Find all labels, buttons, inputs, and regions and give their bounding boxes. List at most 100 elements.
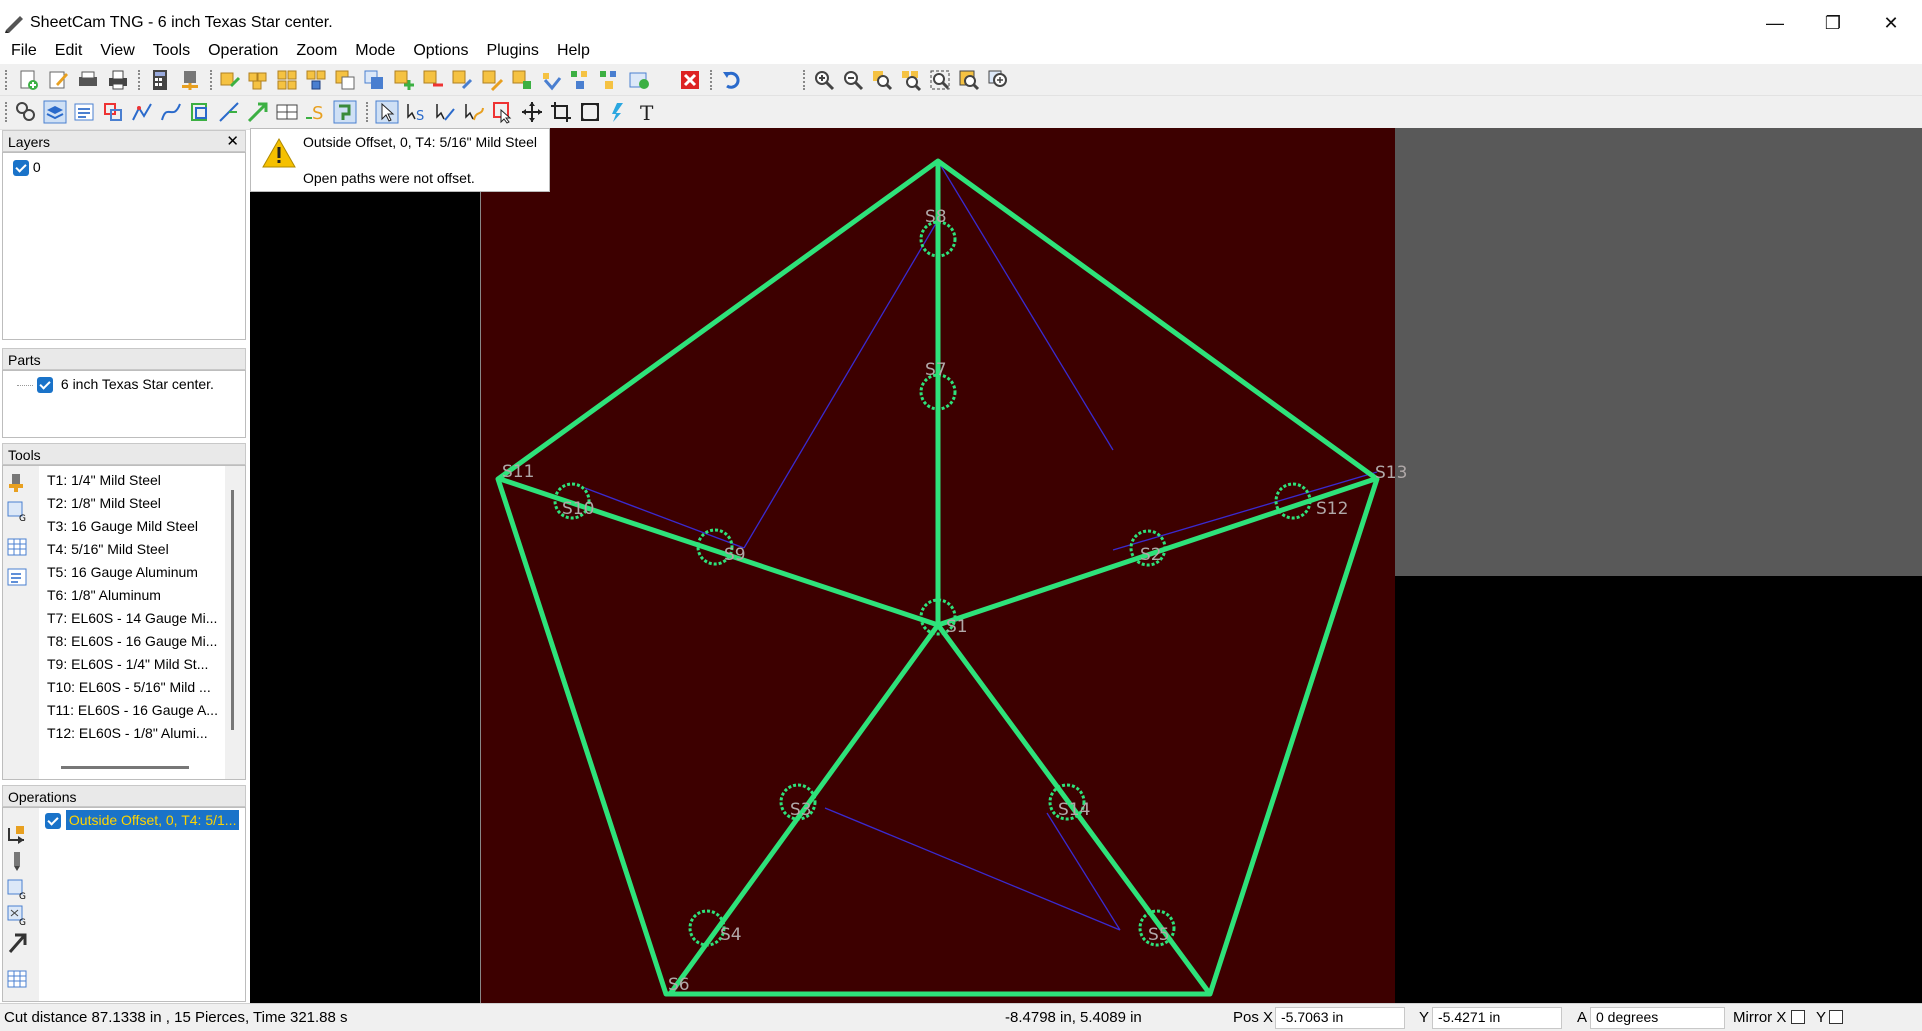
layers-icon[interactable] [14,100,38,124]
zoom-in-icon[interactable] [812,68,836,92]
toolbar-grip[interactable] [366,102,369,122]
pos-y-field[interactable]: -5.4271 in [1432,1007,1562,1029]
gcode-operation-icon[interactable]: G [6,878,28,900]
tool-item[interactable]: T1: 1/4" Mild Steel [47,472,161,488]
toolbar-grip[interactable] [5,70,8,90]
pointer-icon[interactable] [375,100,399,124]
tools-horizontal-scrollbar[interactable] [61,766,189,769]
part-item[interactable]: 6 inch Texas Star center. [37,376,214,394]
arrow-out-icon[interactable] [6,932,28,954]
tool-item[interactable]: T9: EL60S - 1/4" Mild St... [47,656,208,672]
nest-icon[interactable] [275,68,299,92]
add-part-3-icon[interactable] [450,68,474,92]
layer-list-icon[interactable] [72,100,96,124]
tool-icon[interactable] [540,68,564,92]
tool-item[interactable]: T10: EL60S - 5/16" Mild ... [47,679,211,695]
pos-x-field[interactable]: -5.7063 in [1275,1007,1405,1029]
drawing-canvas[interactable]: S8 S7 S11 S10 S9 S1 S2 S12 S13 S14 S3 S4… [250,128,1922,1003]
center-icon[interactable] [275,100,299,124]
drill-icon[interactable] [6,850,28,872]
start-icon[interactable]: S [304,100,328,124]
curve-icon[interactable] [159,100,183,124]
menu-tools[interactable]: Tools [144,38,199,64]
operation-table-icon[interactable] [6,968,28,990]
zoom-all-icon[interactable] [986,68,1010,92]
toolbar-grip[interactable] [710,70,713,90]
gcode-file-icon[interactable]: G [6,904,28,926]
tools-vertical-scrollbar[interactable] [231,490,234,730]
tab-icon[interactable] [333,100,357,124]
zoom-fit-icon[interactable] [870,68,894,92]
mirror-x-checkbox[interactable] [1791,1010,1805,1024]
tool-2-icon[interactable] [568,68,592,92]
close-red-icon[interactable] [678,68,702,92]
add-part-icon[interactable] [392,68,416,92]
tool-item[interactable]: T5: 16 Gauge Aluminum [47,564,198,580]
transform-icon[interactable] [101,100,125,124]
layers-sheet-icon[interactable] [627,68,651,92]
fit-icon[interactable] [578,100,602,124]
menu-view[interactable]: View [91,38,143,64]
text-icon[interactable]: T [636,100,660,124]
toolbar-grip[interactable] [803,70,806,90]
minimize-button[interactable]: — [1746,6,1804,40]
undo-icon[interactable] [720,68,744,92]
mirror-y-checkbox[interactable] [1829,1010,1843,1024]
calculator-icon[interactable] [148,68,172,92]
tool-table-icon[interactable] [6,536,28,558]
line-tool-icon[interactable] [433,100,457,124]
menu-help[interactable]: Help [548,38,599,64]
menu-edit[interactable]: Edit [46,38,92,64]
tool-item[interactable]: T7: EL60S - 14 Gauge Mi... [47,610,217,626]
print-preview-icon[interactable] [76,68,100,92]
edit-icon[interactable] [46,68,70,92]
zoom-select-icon[interactable] [957,68,981,92]
operation-checkbox[interactable] [45,813,61,830]
tool-item[interactable]: T3: 16 Gauge Mild Steel [47,518,198,534]
sort-icon[interactable] [510,68,534,92]
tool-item[interactable]: T11: EL60S - 16 Gauge A... [47,702,218,718]
zoom-window-icon[interactable] [928,68,952,92]
zoom-out-icon[interactable] [841,68,865,92]
direction-icon[interactable] [246,100,270,124]
layer-checkbox[interactable] [13,160,29,177]
tool-item[interactable]: T2: 1/8" Mild Steel [47,495,161,511]
toolbar-grip[interactable] [138,70,141,90]
path-icon[interactable] [130,100,154,124]
layers-close-icon[interactable]: ✕ [226,132,239,150]
start-point-icon[interactable]: S [404,100,428,124]
nest-all-icon[interactable] [304,68,328,92]
lead-icon[interactable] [217,100,241,124]
select-icon[interactable] [491,100,515,124]
sheet-icon[interactable] [597,68,621,92]
tool-gcode-icon[interactable]: G [6,500,28,522]
menu-file[interactable]: File [2,38,46,64]
crop-icon[interactable] [549,100,573,124]
tool-list-icon[interactable] [6,566,28,588]
menu-zoom[interactable]: Zoom [287,38,346,64]
offset-icon[interactable] [188,100,212,124]
new-icon[interactable] [16,68,40,92]
tool-item[interactable]: T4: 5/16" Mild Steel [47,541,169,557]
curve-tool-icon[interactable] [462,100,486,124]
menu-plugins[interactable]: Plugins [477,38,547,64]
angle-field[interactable]: 0 degrees [1590,1007,1725,1029]
tool-item[interactable]: T8: EL60S - 16 Gauge Mi... [47,633,217,649]
layer-item[interactable]: 0 [13,159,41,177]
zoom-parts-icon[interactable] [899,68,923,92]
move-icon[interactable] [520,100,544,124]
menu-mode[interactable]: Mode [346,38,404,64]
close-button[interactable]: ✕ [1862,6,1920,40]
restore-button[interactable]: ❐ [1804,6,1862,40]
part-icon[interactable] [246,68,270,92]
menu-operation[interactable]: Operation [199,38,287,64]
toolbar-grip[interactable] [5,102,8,122]
toolbar-grip[interactable] [210,70,213,90]
layer-stack-icon[interactable] [43,100,67,124]
part-checkbox[interactable] [37,377,53,394]
paste-icon[interactable] [480,68,504,92]
new-tool-icon[interactable] [6,472,28,494]
menu-options[interactable]: Options [404,38,477,64]
insert-icon[interactable] [362,68,386,92]
tool-item[interactable]: T6: 1/8" Aluminum [47,587,161,603]
